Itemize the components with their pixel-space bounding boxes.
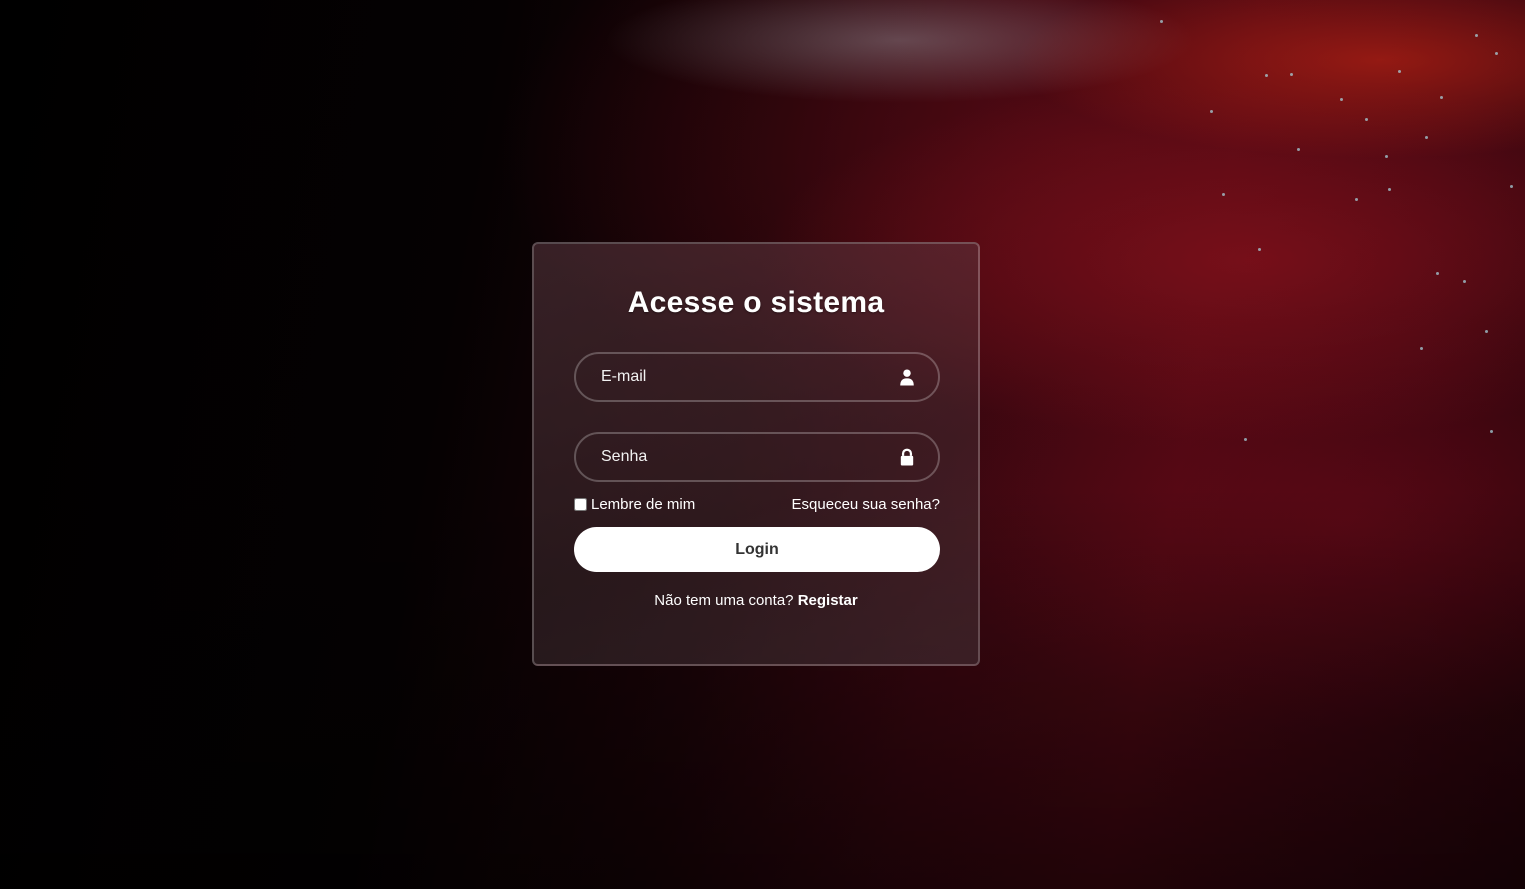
- user-icon: [900, 369, 914, 386]
- forgot-password-link[interactable]: Esqueceu sua senha?: [792, 496, 940, 513]
- email-input[interactable]: [576, 354, 938, 400]
- login-button[interactable]: Login: [574, 527, 940, 572]
- email-field-wrapper: [574, 352, 940, 402]
- page-title: Acesse o sistema: [627, 286, 885, 319]
- options-row: Lembre de mim Esqueceu sua senha?: [574, 496, 940, 513]
- register-link[interactable]: Registar: [798, 592, 858, 609]
- remember-label: Lembre de mim: [591, 496, 696, 513]
- password-field-wrapper: [574, 432, 940, 482]
- login-card: Acesse o sistema Lembre de mim Esqueceu …: [532, 242, 980, 666]
- register-prompt: Não tem uma conta? Registar: [574, 592, 938, 609]
- remember-checkbox[interactable]: [574, 498, 587, 511]
- password-input[interactable]: [576, 434, 938, 480]
- lock-icon: [900, 448, 914, 466]
- register-prompt-text: Não tem uma conta?: [654, 592, 798, 609]
- remember-me[interactable]: Lembre de mim: [574, 496, 695, 513]
